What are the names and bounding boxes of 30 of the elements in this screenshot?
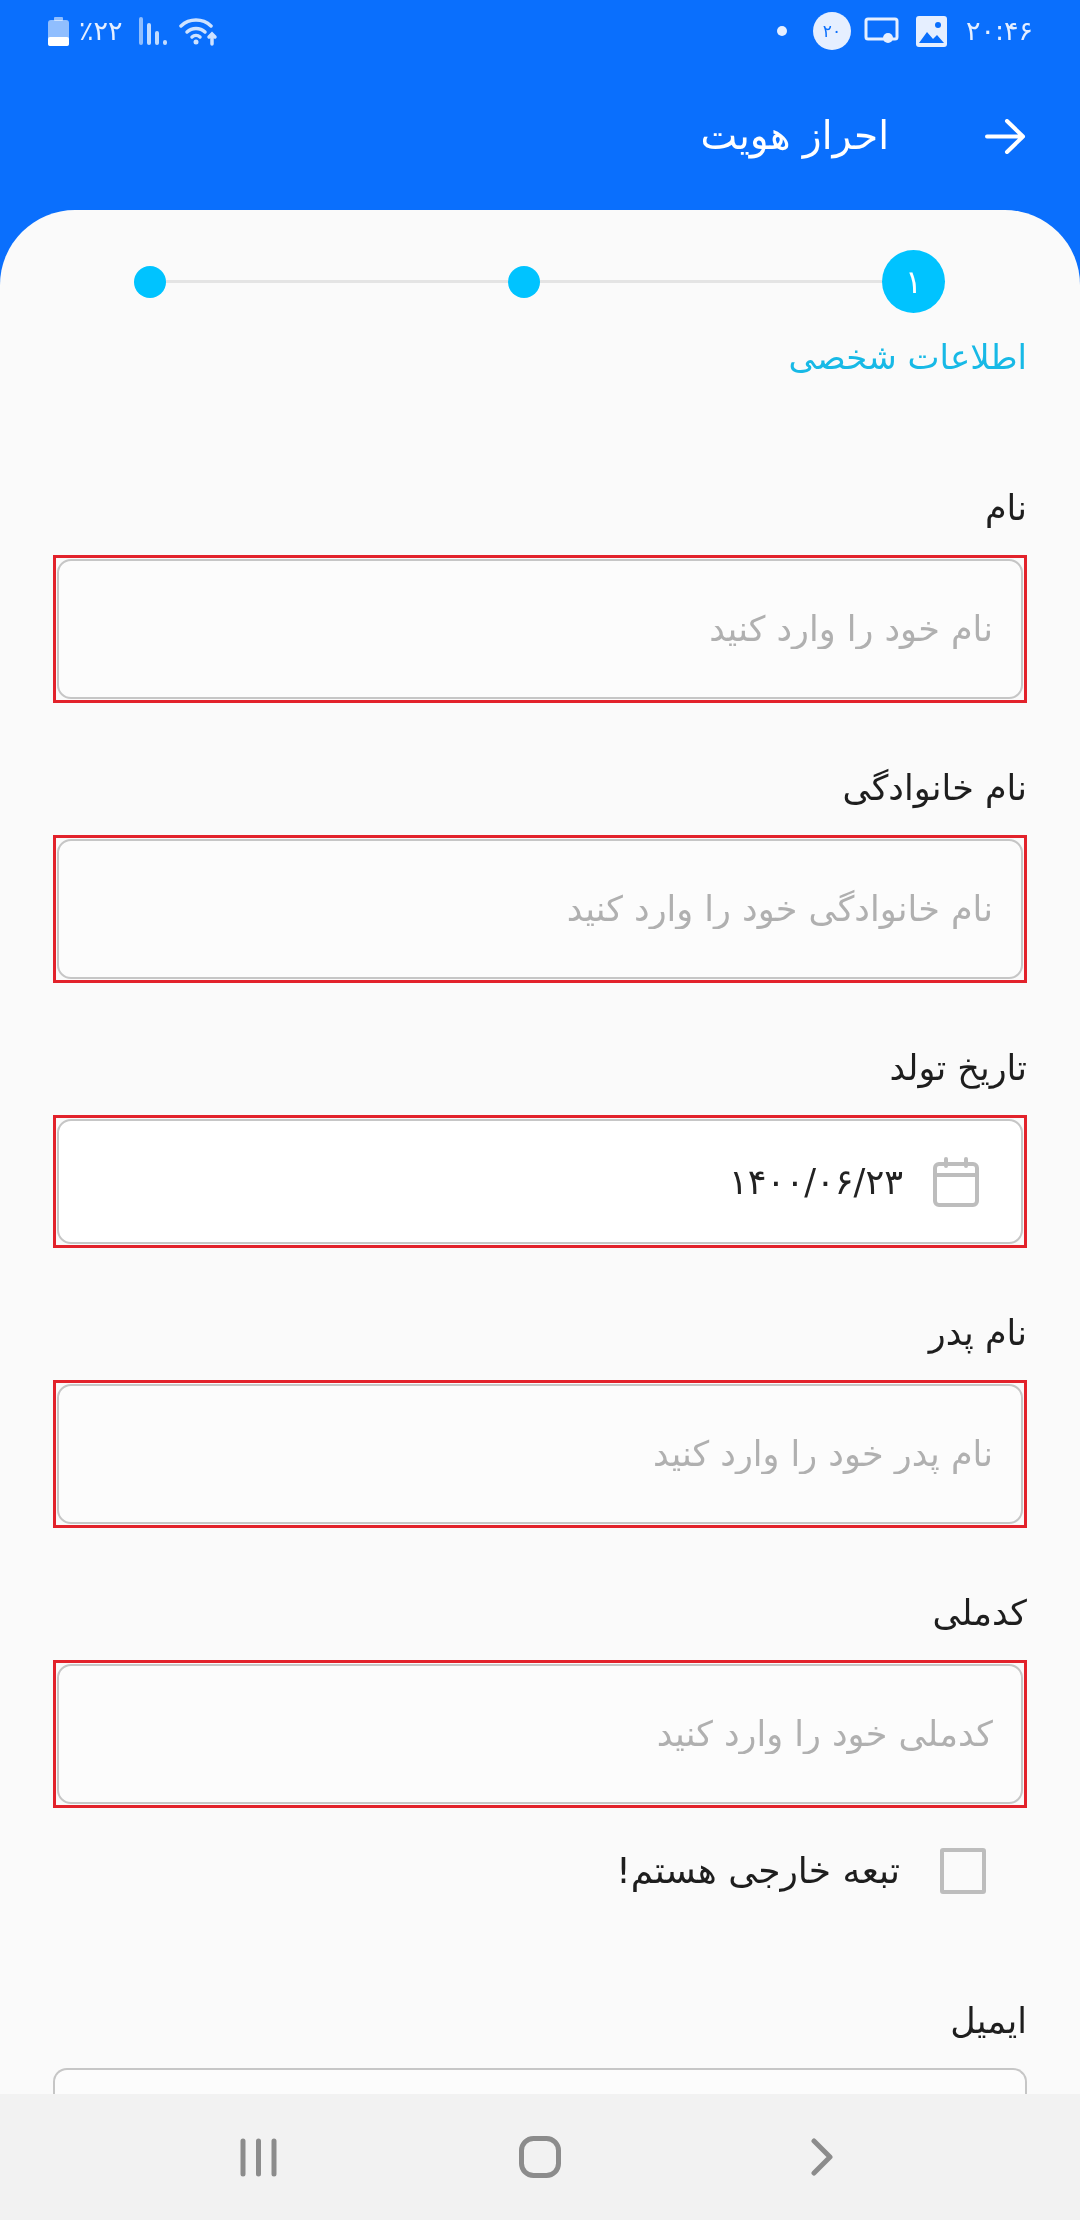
date-field[interactable]: ۱۴۰۰/۰۶/۲۳	[57, 1119, 1023, 1244]
recent-apps-icon[interactable]	[239, 2137, 277, 2177]
field-label: کدملی	[932, 1592, 1027, 1635]
battery-icon	[48, 16, 69, 46]
step-title: اطلاعات شخصی	[788, 336, 1027, 379]
battery-percent: ٪۲۲	[79, 15, 123, 47]
calendar-icon	[933, 1156, 979, 1207]
field-label: نام پدر	[928, 1312, 1027, 1356]
image-icon	[915, 15, 947, 47]
status-time: ۲۰:۴۶	[965, 15, 1033, 47]
input-field[interactable]: نام پدر خود را وارد کنید	[57, 1384, 1023, 1524]
signal-icon	[138, 17, 167, 45]
input-field[interactable]: کدملی خود را وارد کنید	[57, 1664, 1023, 1804]
screen-icon	[863, 17, 899, 45]
home-icon[interactable]	[519, 2136, 561, 2178]
input-field[interactable]: نام خود را وارد کنید	[57, 559, 1023, 699]
field-label: ایمیل	[950, 2000, 1027, 2043]
notification-badge: ۲۰	[812, 12, 851, 50]
input-field[interactable]: نام خانوادگی خود را وارد کنید	[57, 839, 1023, 979]
notification-dot-icon	[776, 26, 787, 36]
field-label: تاریخ تولد	[889, 1047, 1027, 1091]
input-field[interactable]	[53, 2068, 1027, 2094]
field-label: نام خانوادگی	[842, 767, 1027, 811]
back-icon[interactable]	[811, 2138, 833, 2176]
checkbox-label: تبعه خارجی هستم!	[616, 1849, 900, 1894]
active-step: ۱	[882, 250, 945, 313]
checkbox[interactable]	[940, 1848, 986, 1894]
back-arrow-icon[interactable]	[985, 118, 1026, 154]
field-label: نام	[984, 487, 1027, 530]
page-title: احراز هویت	[700, 112, 889, 161]
